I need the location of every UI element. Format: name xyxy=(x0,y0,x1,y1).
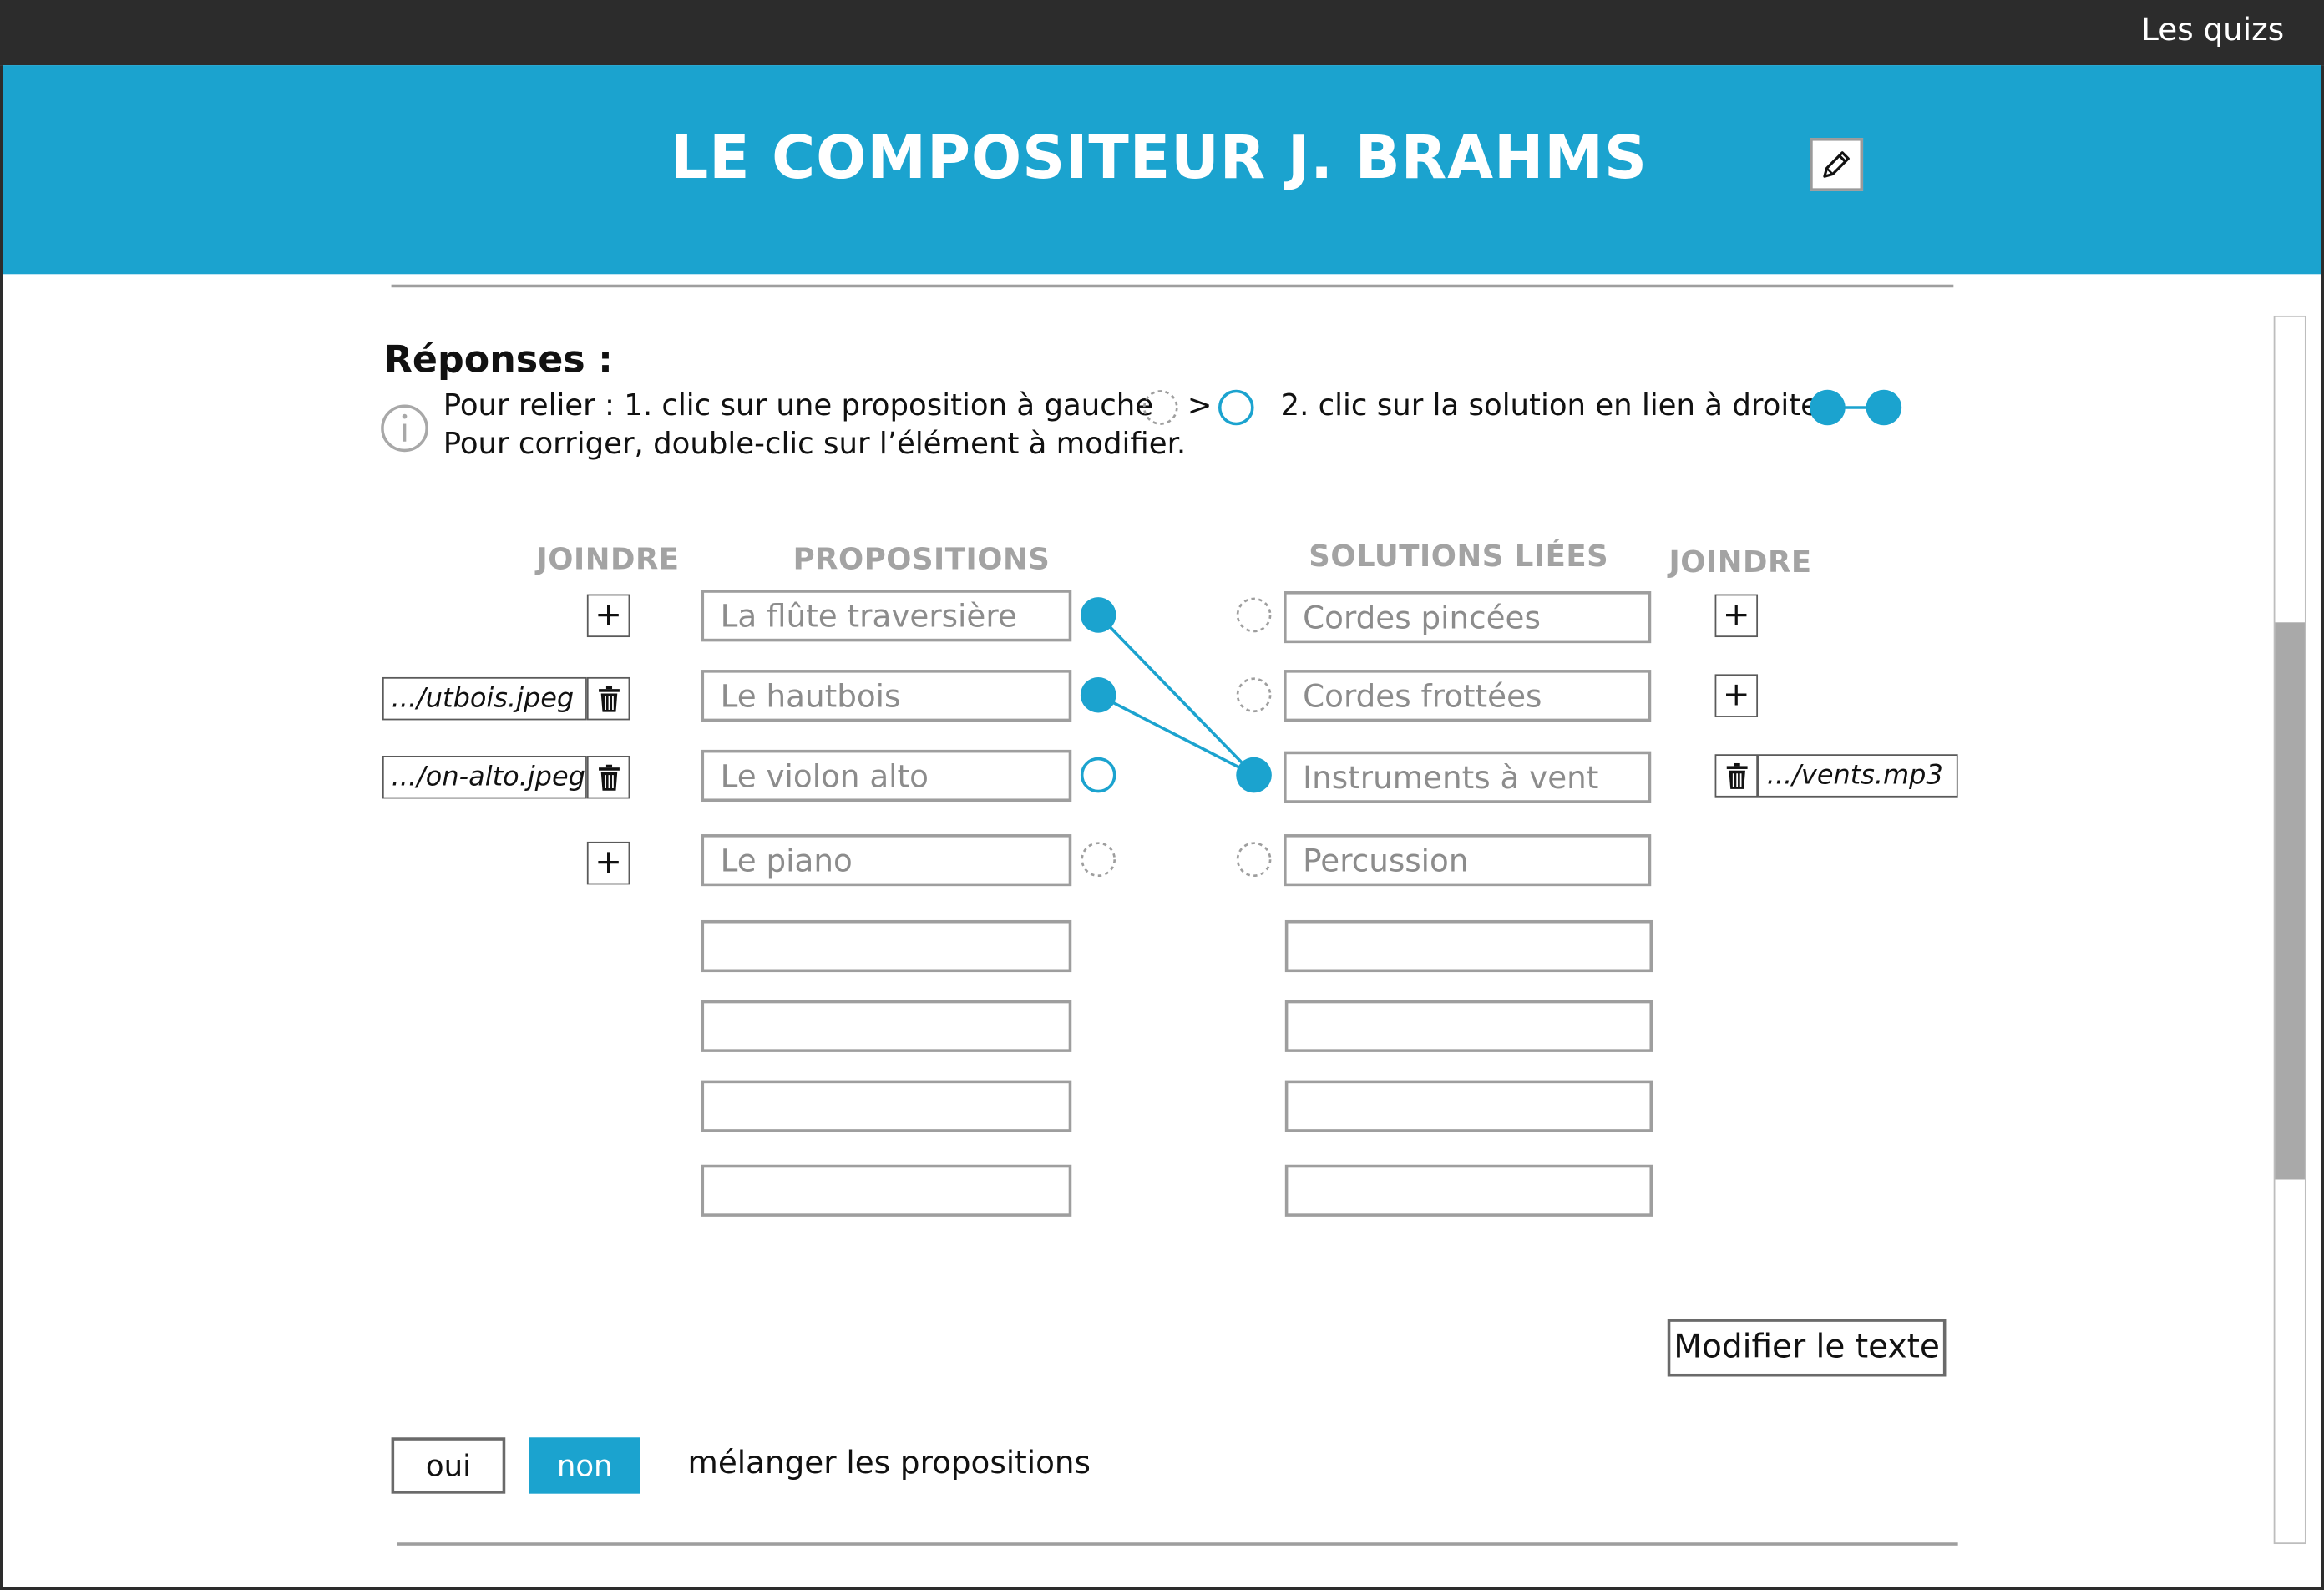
pencil-icon xyxy=(1823,151,1850,178)
modify-text-button[interactable]: Modifier le texte xyxy=(1667,1319,1947,1377)
responses-title: Réponses : xyxy=(383,337,613,382)
proposition-field[interactable] xyxy=(701,919,1072,973)
link-line xyxy=(1096,614,1255,777)
page-title: LE COMPOSITEUR J. BRAHMS xyxy=(671,124,1648,193)
proposition-connector-linked[interactable] xyxy=(1080,597,1116,633)
proposition-field[interactable]: Le piano xyxy=(701,834,1072,887)
delete-attachment-button[interactable] xyxy=(1714,754,1759,798)
solution-field[interactable]: Cordes frottées xyxy=(1284,670,1652,722)
attachment-filename[interactable]: .../utbois.jpeg xyxy=(382,676,587,721)
proposition-field[interactable] xyxy=(701,1000,1072,1052)
trash-icon xyxy=(598,685,620,711)
add-attachment-button[interactable]: + xyxy=(586,841,630,885)
attachment-filename[interactable]: .../on-alto.jpeg xyxy=(382,755,587,799)
add-attachment-button[interactable]: + xyxy=(1714,674,1759,717)
frame-left xyxy=(0,65,3,1590)
instruction-arrow: > xyxy=(1187,387,1213,423)
divider-bottom xyxy=(397,1542,1958,1546)
shuffle-label: mélanger les propositions xyxy=(687,1445,1091,1481)
proposition-field[interactable]: Le hautbois xyxy=(701,670,1072,722)
solution-connector-linked[interactable] xyxy=(1236,757,1272,793)
col-head-solutions: SOLUTIONS LIÉES xyxy=(1309,538,1609,574)
linked-dots-icon xyxy=(1810,389,1902,426)
proposition-connector-linked[interactable] xyxy=(1080,676,1116,713)
solution-field[interactable]: Percussion xyxy=(1284,834,1652,887)
delete-attachment-button[interactable] xyxy=(586,676,630,721)
proposition-field[interactable] xyxy=(701,1080,1072,1132)
attachment-filename[interactable]: .../vents.mp3 xyxy=(1758,754,1958,798)
delete-attachment-button[interactable] xyxy=(586,755,630,799)
solution-field[interactable]: Cordes pincées xyxy=(1284,591,1652,644)
add-attachment-button[interactable]: + xyxy=(586,594,630,638)
shuffle-yes-button[interactable]: oui xyxy=(391,1437,506,1494)
trash-icon xyxy=(598,763,620,790)
solution-field[interactable] xyxy=(1284,919,1653,973)
empty-dot-icon xyxy=(1142,390,1178,425)
quizzes-link[interactable]: Les quizs xyxy=(2141,12,2284,48)
solution-connector-empty[interactable] xyxy=(1236,677,1272,713)
edit-title-button[interactable] xyxy=(1810,138,1864,191)
divider-top xyxy=(391,284,1954,288)
col-head-join-left: JOINDRE xyxy=(536,540,680,577)
selected-dot-icon xyxy=(1218,389,1254,426)
instruction-link-step2: 2. clic sur la solution en lien à droite xyxy=(1280,387,1820,423)
solution-field[interactable] xyxy=(1284,1164,1653,1217)
instruction-link-step1: Pour relier : 1. clic sur une propositio… xyxy=(443,387,1154,423)
top-bar: Les quizs xyxy=(0,0,2324,66)
proposition-connector-selected[interactable] xyxy=(1080,757,1116,793)
solution-field[interactable] xyxy=(1284,1000,1653,1052)
proposition-field[interactable]: Le violon alto xyxy=(701,749,1072,803)
solution-connector-empty[interactable] xyxy=(1236,842,1272,878)
solution-field[interactable]: Instruments à vent xyxy=(1284,751,1652,803)
proposition-field[interactable] xyxy=(701,1164,1072,1217)
info-icon xyxy=(381,404,428,453)
frame-right xyxy=(2321,65,2324,1590)
frame-bottom xyxy=(0,1587,2324,1590)
solution-connector-empty[interactable] xyxy=(1236,597,1272,633)
proposition-field[interactable]: La flûte traversière xyxy=(701,590,1072,642)
solution-field[interactable] xyxy=(1284,1080,1653,1132)
proposition-connector-empty[interactable] xyxy=(1081,842,1116,878)
trash-icon xyxy=(1725,762,1747,789)
shuffle-no-button[interactable]: non xyxy=(529,1437,640,1494)
link-line xyxy=(1097,693,1255,777)
col-head-propositions: PROPOSITIONS xyxy=(792,540,1051,577)
add-attachment-button[interactable]: + xyxy=(1714,594,1759,638)
scrollbar-thumb[interactable] xyxy=(2275,622,2305,1180)
col-head-join-right: JOINDRE xyxy=(1668,544,1812,580)
instruction-correct: Pour corriger, double-clic sur l’élément… xyxy=(443,425,1187,461)
